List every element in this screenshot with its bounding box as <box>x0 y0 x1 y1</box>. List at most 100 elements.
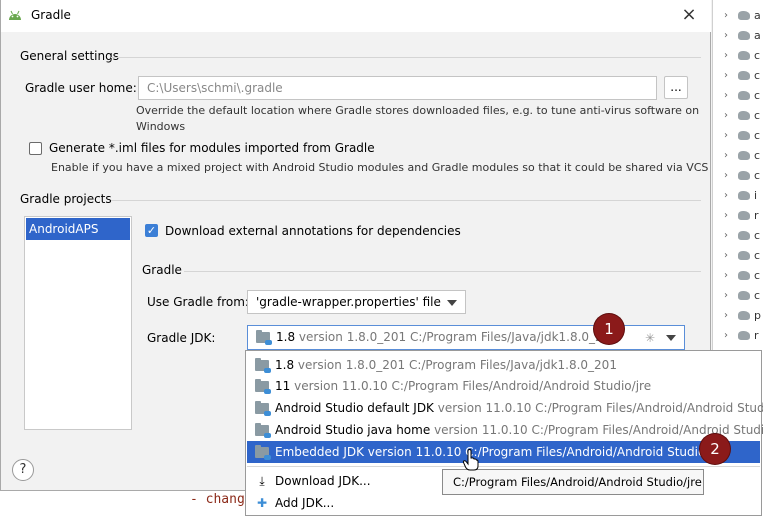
background-tree-item: › c <box>724 125 760 145</box>
gradle-elephant-icon <box>738 70 750 80</box>
help-button[interactable]: ? <box>12 459 34 481</box>
download-annotations-label[interactable]: Download external annotations for depend… <box>165 224 461 238</box>
jdk-folder-icon <box>255 358 271 373</box>
divider <box>111 200 701 201</box>
gradle-elephant-icon <box>738 310 750 320</box>
hand-cursor-icon <box>462 449 479 471</box>
background-tree-item-label: c <box>754 268 761 282</box>
gradle-elephant-icon <box>738 190 750 200</box>
gradle-elephant-icon <box>738 210 750 220</box>
chevron-right-icon: › <box>724 169 728 181</box>
jdk-option-android-studio-default[interactable]: Android Studio default JDK version 11.0.… <box>247 397 763 419</box>
gradle-elephant-icon <box>738 270 750 280</box>
jdk-option-name: Android Studio default JDK <box>275 401 434 415</box>
download-jdk-label: Download JDK... <box>275 474 371 488</box>
android-studio-icon <box>9 10 21 20</box>
gradle-heading: Gradle <box>142 263 182 277</box>
background-tree-item: › c <box>724 265 760 285</box>
jdk-selected-name: 1.8 <box>276 330 296 344</box>
chevron-right-icon: › <box>724 289 728 301</box>
chevron-right-icon: › <box>724 269 728 281</box>
chevron-right-icon: › <box>724 129 728 141</box>
use-gradle-from-select[interactable]: 'gradle-wrapper.properties' file <box>247 290 466 314</box>
gradle-elephant-icon <box>738 130 750 140</box>
background-tree-item-label: r <box>754 328 759 342</box>
path-tooltip: C:/Program Files/Android/Android Studio/… <box>442 469 704 495</box>
jdk-option-detail: version 11.0.10 C:/Program Files/Android… <box>294 379 652 393</box>
divider <box>247 466 760 467</box>
jdk-folder-icon <box>255 379 271 394</box>
background-tree-item: › c <box>724 245 760 265</box>
chevron-right-icon: › <box>724 229 728 241</box>
gradle-elephant-icon <box>738 30 750 40</box>
background-tree-item: › c <box>724 45 760 65</box>
browse-button[interactable]: ... <box>664 76 688 99</box>
jdk-option-name: 11 <box>275 379 291 393</box>
background-tree-item: › c <box>724 225 760 245</box>
background-tree-item-label: p <box>754 308 761 322</box>
project-item-androidaps[interactable]: AndroidAPS <box>26 218 130 240</box>
background-tree-item-label: c <box>754 68 761 82</box>
chevron-right-icon: › <box>724 189 728 201</box>
background-tree-item-label: c <box>754 248 761 262</box>
gradle-jdk-label: Gradle JDK: <box>147 331 216 345</box>
projects-list: AndroidAPS <box>24 216 132 430</box>
add-jdk-item[interactable]: ✚ Add JDK... <box>247 492 760 514</box>
gradle-user-home-field[interactable]: C:\Users\schmi\.gradle <box>138 76 657 100</box>
chevron-right-icon: › <box>724 149 728 161</box>
gradle-elephant-icon <box>738 90 750 100</box>
gradle-elephant-icon <box>738 330 750 340</box>
jdk-folder-icon <box>256 330 272 345</box>
loading-spinner-icon: ✳ <box>645 331 656 345</box>
chevron-down-icon <box>447 300 457 306</box>
jdk-option-android-studio-java-home[interactable]: Android Studio java home version 11.0.10… <box>247 419 763 441</box>
jdk-option-embedded-jdk[interactable]: Embedded JDK version 11.0.10 C:/Program … <box>247 441 760 463</box>
gradle-elephant-icon <box>738 230 750 240</box>
background-tree-item-label: r <box>754 208 759 222</box>
gradle-elephant-icon <box>738 10 750 20</box>
jdk-option-detail: version 11.0.10 C:/Program Files/Android… <box>367 445 725 459</box>
background-tree-item: › c <box>724 145 760 165</box>
jdk-option-11[interactable]: 11 version 11.0.10 C:/Program Files/Andr… <box>247 375 760 397</box>
chevron-right-icon: › <box>724 309 728 321</box>
background-tree-item-label: c <box>754 128 761 142</box>
jdk-folder-icon <box>255 401 271 416</box>
chevron-right-icon: › <box>724 109 728 121</box>
jdk-option-detail: version 11.0.10 C:/Program Files/Android… <box>437 401 763 415</box>
divider <box>184 271 701 272</box>
chevron-right-icon: › <box>724 9 728 21</box>
dialog-title: Gradle <box>31 8 71 22</box>
background-tree-item-label: c <box>754 48 761 62</box>
background-tree-item-label: c <box>754 88 761 102</box>
generate-iml-hint: Enable if you have a mixed project with … <box>51 161 709 174</box>
jdk-option-name: 1.8 <box>275 358 295 372</box>
chevron-right-icon: › <box>724 329 728 341</box>
jdk-option-detail: version 1.8.0_201 C:/Program Files/Java/… <box>297 358 617 372</box>
chevron-down-icon <box>666 335 676 341</box>
chevron-right-icon: › <box>724 89 728 101</box>
add-jdk-icon: ✚ <box>256 496 268 510</box>
background-tree-item-label: c <box>754 228 761 242</box>
chevron-right-icon: › <box>724 249 728 261</box>
general-settings-heading: General settings <box>20 49 119 63</box>
download-annotations-checkbox[interactable]: ✓ <box>145 224 158 237</box>
gradle-user-home-label: Gradle user home: <box>25 81 137 95</box>
generate-iml-label[interactable]: Generate *.iml files for modules importe… <box>49 141 375 155</box>
background-code-text: - chang <box>190 492 245 507</box>
download-icon: ⤓ <box>259 474 265 488</box>
annotation-marker-1: 1 <box>594 314 624 344</box>
jdk-option-1-8[interactable]: 1.8 version 1.8.0_201 C:/Program Files/J… <box>247 354 760 376</box>
close-icon[interactable]: × <box>679 5 699 25</box>
background-tree-item: › c <box>724 165 760 185</box>
generate-iml-checkbox[interactable] <box>29 142 42 155</box>
gradle-elephant-icon <box>738 50 750 60</box>
jdk-folder-icon <box>255 445 271 460</box>
background-tree-item: › a <box>724 5 761 25</box>
chevron-right-icon: › <box>724 209 728 221</box>
background-tree-item: › r <box>724 325 759 345</box>
chevron-right-icon: › <box>724 49 728 61</box>
gradle-home-hint: Override the default location where Grad… <box>136 104 700 117</box>
jdk-folder-icon <box>255 423 271 438</box>
background-tree-item-label: c <box>754 108 761 122</box>
background-tree-item-label: a <box>754 28 761 42</box>
